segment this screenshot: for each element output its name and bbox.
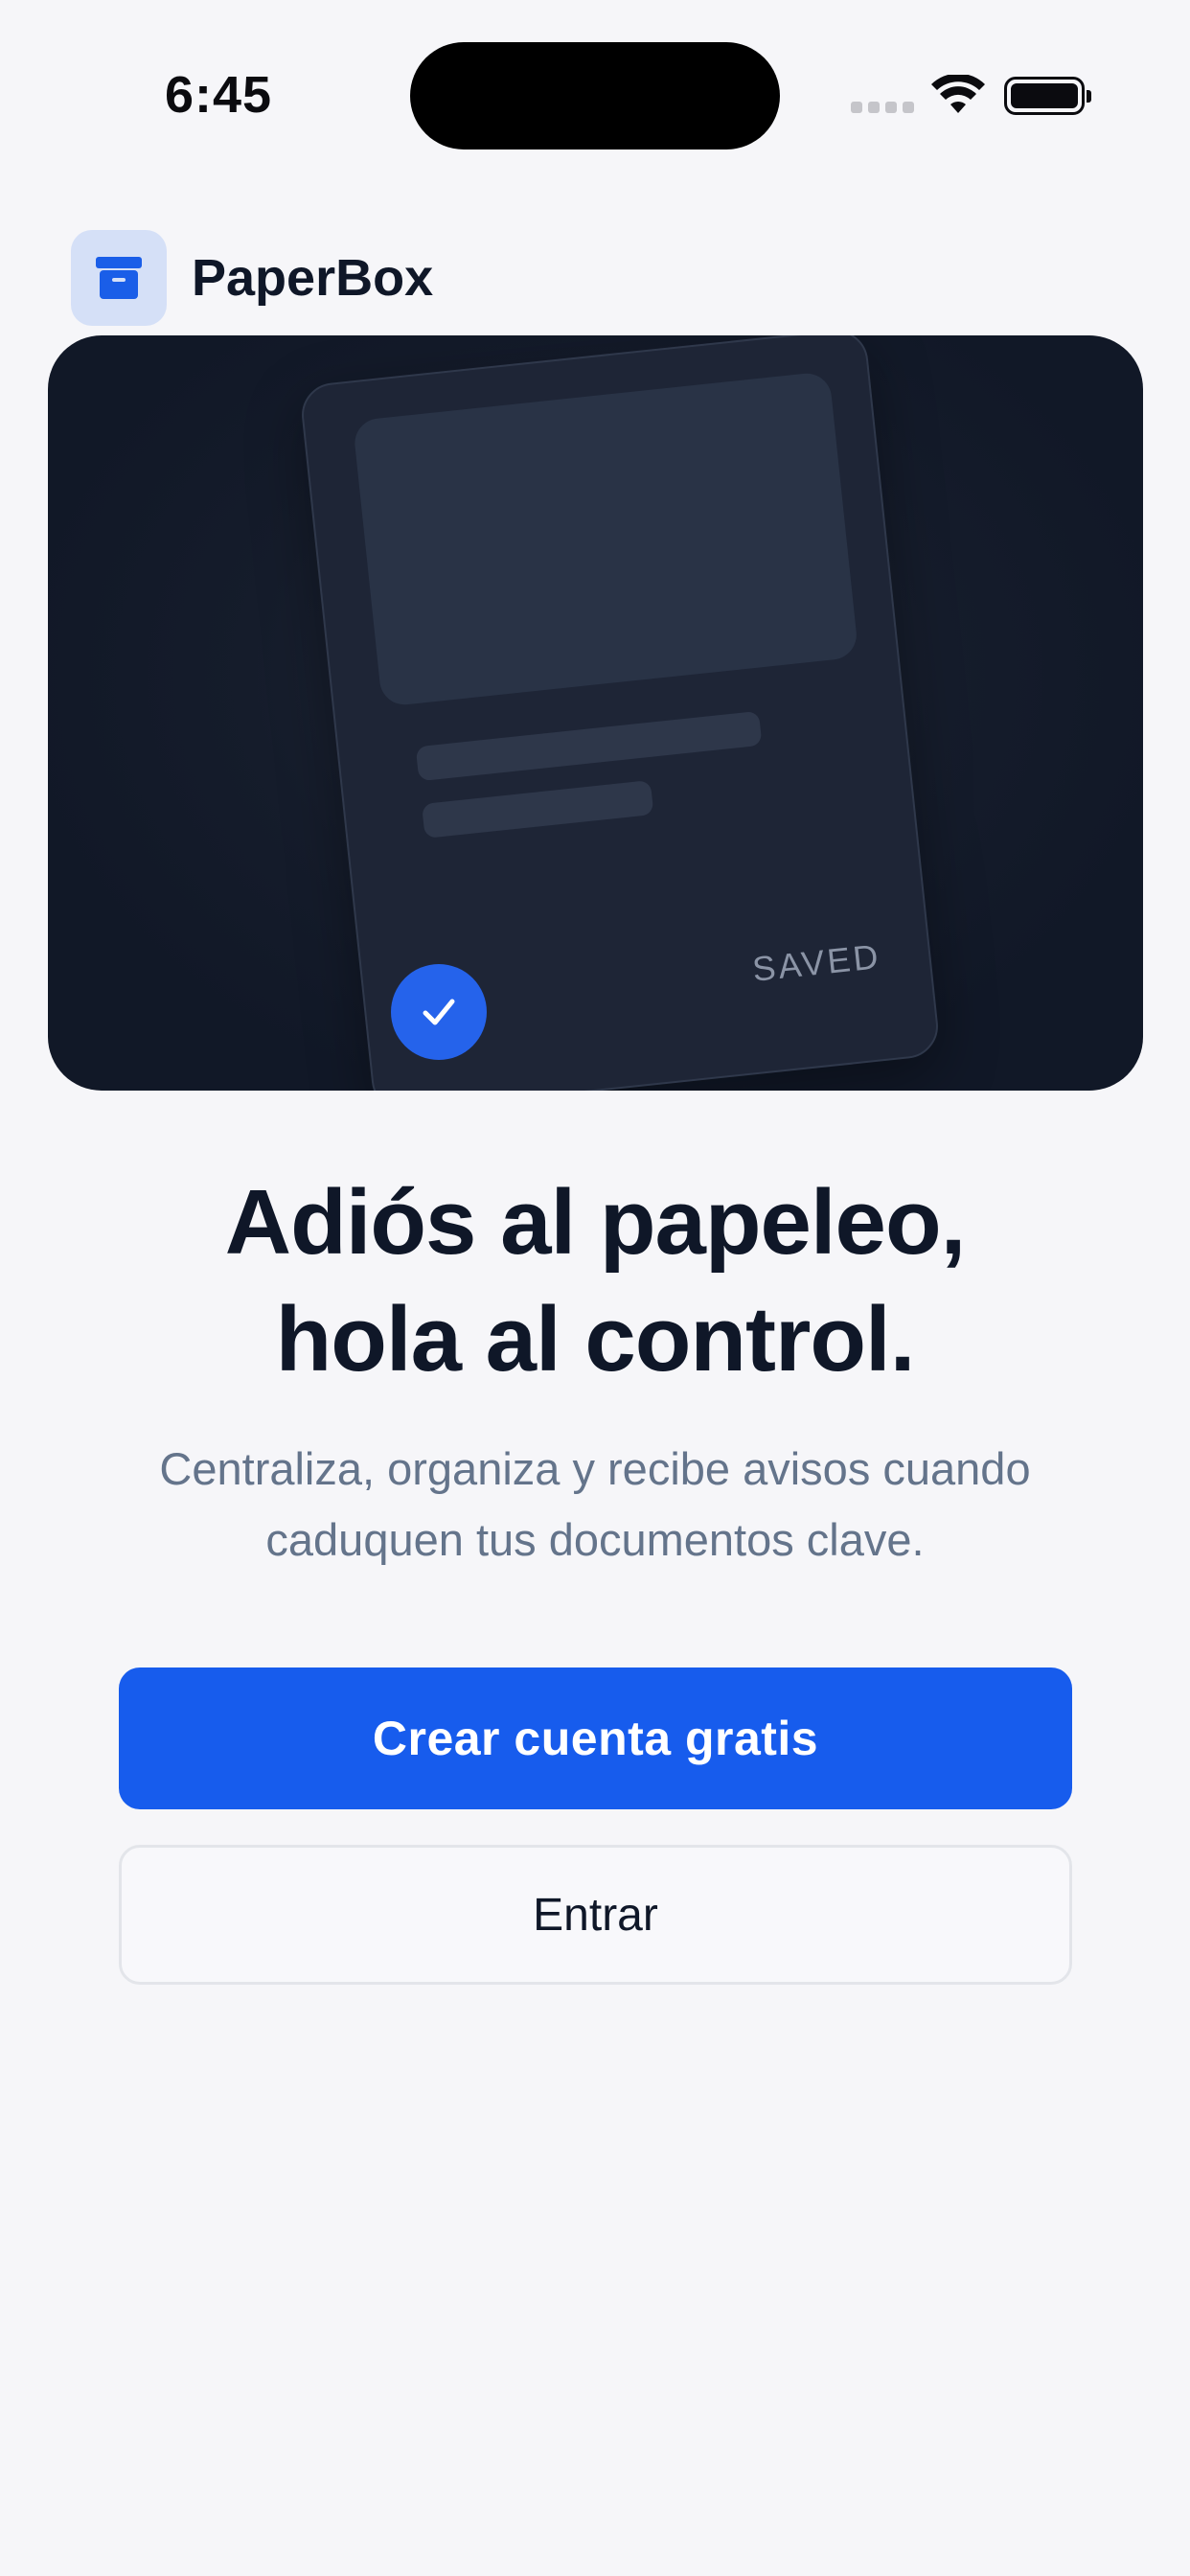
hero-illustration: SAVED <box>48 335 1143 1091</box>
subtitle-line-1: Centraliza, organiza y recibe avisos cua… <box>159 1443 1031 1494</box>
create-account-button[interactable]: Crear cuenta gratis <box>119 1668 1072 1809</box>
document-text-line <box>415 710 763 782</box>
battery-icon <box>1004 77 1091 115</box>
check-icon <box>391 964 487 1060</box>
saved-label: SAVED <box>750 936 883 989</box>
document-text-line <box>421 780 654 839</box>
archive-box-icon <box>71 230 167 326</box>
onboarding-screen: 6:45 PaperBox SAVED Adiós al papeleo, ho… <box>0 0 1190 2576</box>
page-title: Adiós al papeleo, hola al control. <box>0 1164 1190 1398</box>
document-image-placeholder <box>352 371 859 707</box>
headline-line-2: hola al control. <box>275 1288 916 1391</box>
headline-line-1: Adiós al papeleo, <box>224 1171 967 1274</box>
subtitle-line-2: caduquen tus documentos clave. <box>265 1514 925 1565</box>
app-brand: PaperBox <box>71 230 433 326</box>
app-name: PaperBox <box>192 249 434 307</box>
document-card: SAVED <box>298 335 942 1091</box>
page-subtitle: Centraliza, organiza y recibe avisos cua… <box>0 1434 1190 1576</box>
wifi-icon <box>931 75 985 113</box>
dynamic-island <box>410 42 780 150</box>
status-time: 6:45 <box>165 66 273 124</box>
signal-icon <box>851 102 914 113</box>
sign-in-button[interactable]: Entrar <box>119 1845 1072 1985</box>
